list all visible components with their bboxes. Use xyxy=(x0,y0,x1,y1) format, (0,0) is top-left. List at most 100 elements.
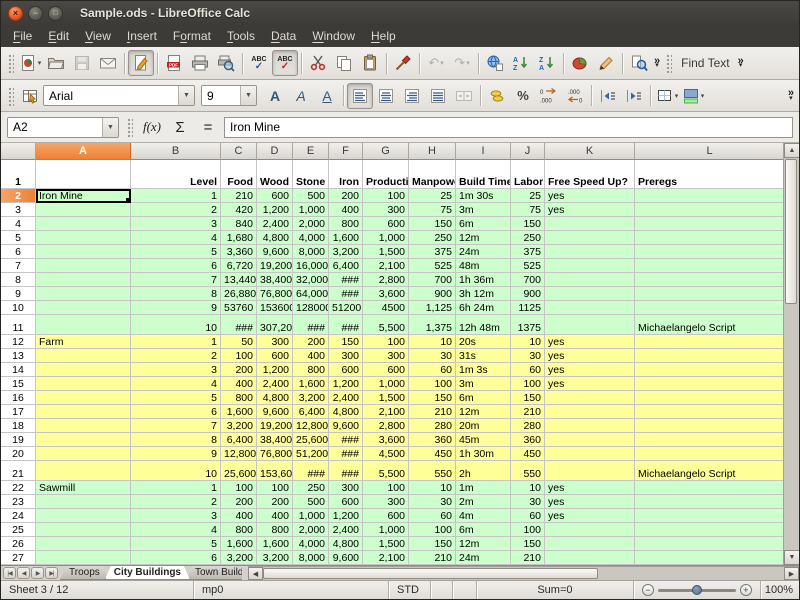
cell-A20[interactable] xyxy=(36,447,131,461)
cell-C24[interactable]: 400 xyxy=(221,509,257,523)
cell-H18[interactable]: 280 xyxy=(409,419,456,433)
cell-E16[interactable]: 3,200 xyxy=(293,391,329,405)
cell-J25[interactable]: 100 xyxy=(511,523,545,537)
cell-A2[interactable]: Iron Mine xyxy=(36,189,131,203)
cell-E11[interactable]: ### xyxy=(293,315,329,335)
cell-D13[interactable]: 600 xyxy=(257,349,293,363)
cell-I27[interactable]: 24m xyxy=(456,551,511,565)
row-header-11[interactable]: 11 xyxy=(1,315,36,335)
row-header-19[interactable]: 19 xyxy=(1,433,36,447)
cell-I25[interactable]: 6m xyxy=(456,523,511,537)
cell-K16[interactable] xyxy=(545,391,635,405)
cell-L10[interactable] xyxy=(635,301,783,315)
cell-K15[interactable]: yes xyxy=(545,377,635,391)
cell-L1[interactable]: Preregs xyxy=(635,160,783,189)
cell-A11[interactable] xyxy=(36,315,131,335)
sort-ascending-button[interactable]: AZ xyxy=(508,50,534,76)
cell-G8[interactable]: 2,800 xyxy=(363,273,409,287)
cell-C4[interactable]: 840 xyxy=(221,217,257,231)
cell-I20[interactable]: 1h 30m xyxy=(456,447,511,461)
currency-format-button[interactable] xyxy=(484,83,510,109)
cell-G1[interactable]: Production xyxy=(363,160,409,189)
cell-K14[interactable]: yes xyxy=(545,363,635,377)
cut-button[interactable] xyxy=(305,50,331,76)
cell-B6[interactable]: 5 xyxy=(131,245,221,259)
row-header-8[interactable]: 8 xyxy=(1,273,36,287)
cell-F27[interactable]: 9,600 xyxy=(329,551,363,565)
row-header-20[interactable]: 20 xyxy=(1,447,36,461)
cell-G13[interactable]: 300 xyxy=(363,349,409,363)
cell-A14[interactable] xyxy=(36,363,131,377)
cell-G24[interactable]: 600 xyxy=(363,509,409,523)
row-header-22[interactable]: 22 xyxy=(1,481,36,495)
cell-C2[interactable]: 210 xyxy=(221,189,257,203)
cell-E8[interactable]: 32,000 xyxy=(293,273,329,287)
save-button[interactable] xyxy=(69,50,95,76)
cell-D5[interactable]: 4,800 xyxy=(257,231,293,245)
cell-D7[interactable]: 19,200 xyxy=(257,259,293,273)
cell-J21[interactable]: 550 xyxy=(511,461,545,481)
copy-button[interactable] xyxy=(331,50,357,76)
cell-A10[interactable] xyxy=(36,301,131,315)
cell-D14[interactable]: 1,200 xyxy=(257,363,293,377)
cell-D9[interactable]: 76,800 xyxy=(257,287,293,301)
new-document-dropdown[interactable]: ▾ xyxy=(38,59,42,67)
row-header-13[interactable]: 13 xyxy=(1,349,36,363)
cell-F8[interactable]: ### xyxy=(329,273,363,287)
cell-E7[interactable]: 16,000 xyxy=(293,259,329,273)
hyperlink-button[interactable] xyxy=(482,50,508,76)
cell-J12[interactable]: 10 xyxy=(511,335,545,349)
cell-E18[interactable]: 12,800 xyxy=(293,419,329,433)
cell-D26[interactable]: 1,600 xyxy=(257,537,293,551)
cell-A19[interactable] xyxy=(36,433,131,447)
cell-H12[interactable]: 10 xyxy=(409,335,456,349)
cell-J8[interactable]: 700 xyxy=(511,273,545,287)
cell-I9[interactable]: 3h 12m xyxy=(456,287,511,301)
cell-A17[interactable] xyxy=(36,405,131,419)
cell-E20[interactable]: 51,200 xyxy=(293,447,329,461)
cell-I17[interactable]: 12m xyxy=(456,405,511,419)
cell-J13[interactable]: 30 xyxy=(511,349,545,363)
zoom-slider[interactable] xyxy=(658,589,736,592)
merge-cells-button[interactable] xyxy=(451,83,477,109)
cell-H24[interactable]: 60 xyxy=(409,509,456,523)
function-button[interactable]: = xyxy=(196,116,220,138)
cell-E23[interactable]: 500 xyxy=(293,495,329,509)
cell-I5[interactable]: 12m xyxy=(456,231,511,245)
cell-L3[interactable] xyxy=(635,203,783,217)
insert-chart-button[interactable] xyxy=(567,50,593,76)
cell-L24[interactable] xyxy=(635,509,783,523)
cell-H26[interactable]: 150 xyxy=(409,537,456,551)
cell-A21[interactable] xyxy=(36,461,131,481)
cell-H20[interactable]: 450 xyxy=(409,447,456,461)
cell-I10[interactable]: 6h 24m xyxy=(456,301,511,315)
name-box-input[interactable] xyxy=(8,118,102,137)
cell-K11[interactable] xyxy=(545,315,635,335)
cell-F20[interactable]: ### xyxy=(329,447,363,461)
cell-A18[interactable] xyxy=(36,419,131,433)
cell-A24[interactable] xyxy=(36,509,131,523)
cell-F18[interactable]: 9,600 xyxy=(329,419,363,433)
cell-K22[interactable]: yes xyxy=(545,481,635,495)
cell-B5[interactable]: 4 xyxy=(131,231,221,245)
cell-I6[interactable]: 24m xyxy=(456,245,511,259)
cell-J15[interactable]: 100 xyxy=(511,377,545,391)
sum-button[interactable]: Σ xyxy=(168,116,192,138)
cell-C16[interactable]: 800 xyxy=(221,391,257,405)
background-color-dropdown[interactable]: ▾ xyxy=(701,92,705,100)
cell-E9[interactable]: 64,000 xyxy=(293,287,329,301)
cell-J11[interactable]: 1375 xyxy=(511,315,545,335)
column-header-E[interactable]: E xyxy=(293,143,329,160)
cell-J7[interactable]: 525 xyxy=(511,259,545,273)
cell-E13[interactable]: 400 xyxy=(293,349,329,363)
row-header-18[interactable]: 18 xyxy=(1,419,36,433)
cell-L21[interactable]: Michaelangelo Script xyxy=(635,461,783,481)
zoom-out-button[interactable]: − xyxy=(642,584,654,596)
name-box-dropdown[interactable]: ▼ xyxy=(102,118,118,137)
cell-H13[interactable]: 30 xyxy=(409,349,456,363)
cell-E3[interactable]: 1,000 xyxy=(293,203,329,217)
cell-L26[interactable] xyxy=(635,537,783,551)
menu-data[interactable]: Data xyxy=(263,27,304,45)
row-header-10[interactable]: 10 xyxy=(1,301,36,315)
cell-F22[interactable]: 300 xyxy=(329,481,363,495)
